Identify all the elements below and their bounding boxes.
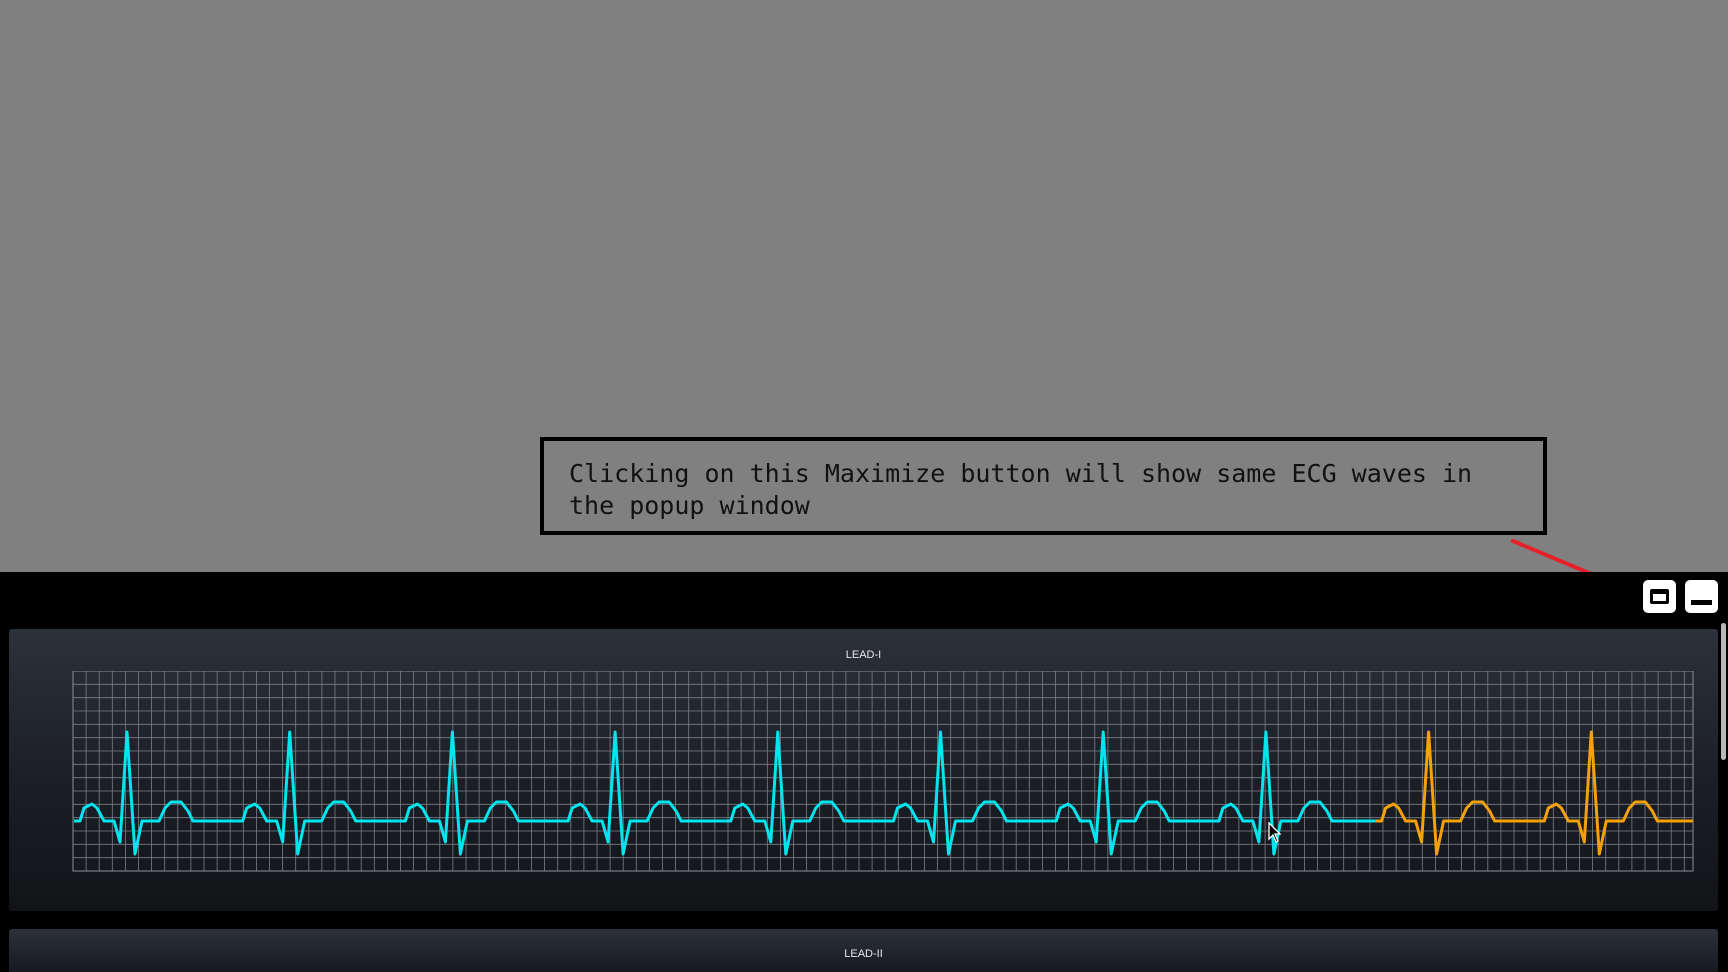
ecg-beat-traced (1212, 730, 1376, 856)
ecg-beat-traced (399, 730, 563, 856)
mouse-pointer-icon (1268, 822, 1282, 843)
lead-2-card: LEAD-II (9, 929, 1718, 972)
ecg-beat-traced (1050, 730, 1213, 856)
maximize-button[interactable] (1643, 580, 1676, 613)
ecg-beat-traced (236, 730, 400, 856)
ecg-beat-traced (887, 730, 1051, 856)
ecg-beat-pending (1538, 730, 1693, 856)
lead-1-ecg-graph (72, 671, 1694, 872)
ecg-beat-traced (74, 730, 237, 856)
ecg-beat-traced (562, 730, 725, 856)
annotation-callout: Clicking on this Maximize button will sh… (540, 437, 1547, 535)
lead-1-card: LEAD-I (9, 629, 1718, 911)
minimize-button[interactable] (1685, 580, 1718, 613)
annotation-text: Clicking on this Maximize button will sh… (569, 459, 1473, 520)
scrollbar[interactable] (1718, 623, 1728, 972)
lead-1-title: LEAD-I (845, 649, 882, 661)
window-maximize-icon (1650, 589, 1669, 604)
ecg-panel: LEAD-I LEAD-II (0, 572, 1728, 972)
lead-2-title: LEAD-II (844, 948, 883, 960)
scrollbar-thumb[interactable] (1721, 623, 1726, 760)
window-minimize-icon (1691, 600, 1712, 605)
ecg-beat-traced (724, 730, 888, 856)
